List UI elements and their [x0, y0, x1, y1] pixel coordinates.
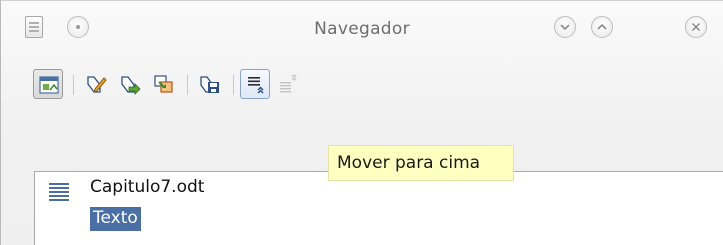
chevron-up-icon: [597, 23, 607, 30]
toolbar-separator: [73, 75, 74, 95]
navigation-toggle-button[interactable]: [33, 69, 63, 99]
chevron-down-icon: [560, 24, 570, 31]
title-bar[interactable]: Navegador: [1, 1, 723, 61]
link-button[interactable]: [149, 69, 179, 99]
close-button[interactable]: [685, 16, 707, 38]
navigation-toggle-icon: [39, 76, 59, 94]
toolbar-separator: [233, 75, 234, 95]
content-tree[interactable]: Capitulo7.odt Texto: [34, 171, 723, 245]
tooltip: Mover para cima: [328, 145, 514, 181]
toolbar-separator: [187, 75, 188, 95]
insert-icon: [121, 76, 141, 95]
window-title: Navegador: [314, 19, 410, 39]
tree-item-texto[interactable]: Texto: [90, 207, 141, 231]
edit-button[interactable]: [81, 69, 111, 99]
move-down-button[interactable]: [274, 69, 304, 99]
text-document-icon: [49, 183, 69, 201]
save-icon: [200, 76, 219, 93]
minimize-button[interactable]: [554, 16, 576, 38]
link-icon: [154, 75, 173, 93]
maximize-button[interactable]: [591, 16, 613, 38]
edit-icon: [87, 76, 107, 93]
navigator-toolbar: [15, 61, 435, 109]
insert-button[interactable]: [115, 69, 145, 99]
navigator-window: Navegador Capitulo7.odt Texto Mover para…: [0, 0, 723, 245]
save-button[interactable]: [195, 69, 225, 99]
close-icon: [691, 22, 701, 32]
move-down-icon: [280, 74, 297, 93]
move-up-icon: [248, 77, 264, 94]
move-up-button[interactable]: [240, 69, 270, 99]
tree-document-label[interactable]: Capitulo7.odt: [90, 177, 204, 197]
